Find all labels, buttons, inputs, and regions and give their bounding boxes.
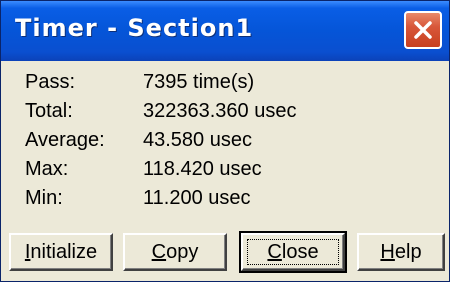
stat-label: Min:	[25, 187, 63, 209]
initialize-label-rest: nitialize	[30, 241, 98, 263]
help-mnemonic: H	[380, 241, 395, 263]
help-button[interactable]: Help	[357, 233, 445, 271]
stat-value: 7395 time(s)	[143, 71, 255, 93]
stat-label: Pass:	[25, 71, 76, 93]
stat-value: 43.580 usec	[143, 129, 252, 151]
stat-value: 118.420 usec	[143, 158, 262, 180]
close-button[interactable]: Close	[239, 231, 347, 273]
close-icon	[414, 21, 432, 39]
close-window-button[interactable]	[404, 11, 442, 49]
initialize-button[interactable]: Initialize	[9, 233, 113, 271]
timer-window: Timer - Section1 Pass: 7395 time(s) Tota…	[0, 0, 450, 282]
stat-label: Average:	[25, 129, 105, 151]
stat-value: 11.200 usec	[143, 187, 251, 209]
copy-label-rest: opy	[166, 241, 199, 263]
stats-panel: Pass: 7395 time(s) Total: 322363.360 use…	[9, 61, 443, 227]
copy-button[interactable]: Copy	[123, 233, 227, 271]
stat-value: 322363.360 usec	[143, 100, 297, 122]
copy-mnemonic: C	[151, 241, 167, 263]
window-title: Timer - Section1	[15, 14, 254, 42]
button-bar: Initialize Copy Close Help	[1, 231, 449, 275]
title-bar[interactable]: Timer - Section1	[1, 1, 449, 61]
help-label-rest: elp	[394, 241, 422, 263]
focus-rect	[247, 239, 339, 265]
stat-label: Max:	[25, 158, 69, 180]
background-strip	[450, 0, 462, 284]
stat-label: Total:	[25, 100, 73, 122]
